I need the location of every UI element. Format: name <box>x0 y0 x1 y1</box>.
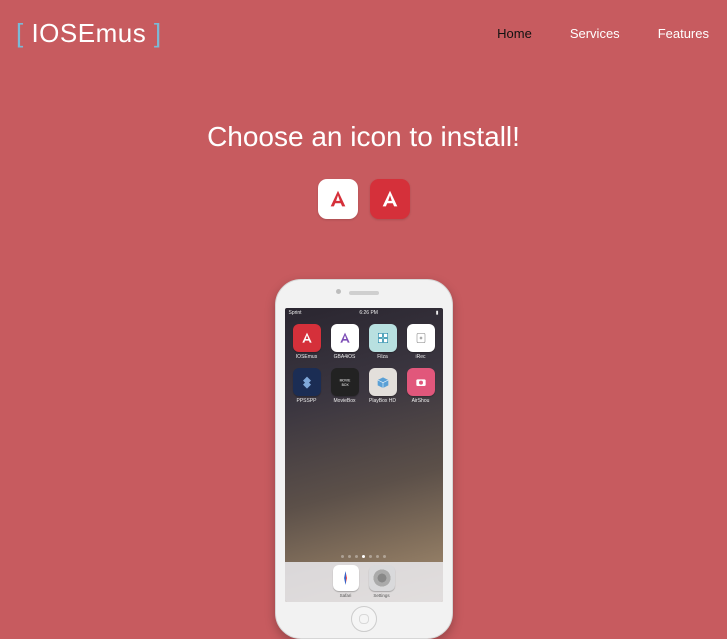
phone-camera-icon <box>336 289 341 294</box>
app-label: Filza <box>377 354 388 360</box>
app-tile <box>369 324 397 352</box>
app-tile <box>369 565 395 591</box>
app-irec[interactable]: iRec <box>407 324 435 360</box>
bracket-left: [ <box>16 18 31 48</box>
moviebox-icon: MOVIEBOX <box>337 374 353 390</box>
nav-home[interactable]: Home <box>497 26 532 41</box>
status-time: 6:26 PM <box>359 310 378 316</box>
a-logo-icon <box>337 330 353 346</box>
phone-bezel-top <box>276 280 452 308</box>
app-tile <box>331 324 359 352</box>
app-tile <box>293 368 321 396</box>
app-label: MovieBox <box>334 398 356 404</box>
app-label: Safari <box>340 593 352 598</box>
install-icon-red[interactable] <box>370 179 410 219</box>
nav-features[interactable]: Features <box>658 26 709 41</box>
dock-safari[interactable]: Safari <box>333 565 359 598</box>
svg-text:MOVIE: MOVIE <box>339 378 351 382</box>
app-tile: MOVIEBOX <box>331 368 359 396</box>
app-label: iRec <box>415 354 425 360</box>
install-icon-white[interactable] <box>318 179 358 219</box>
app-tile <box>369 368 397 396</box>
app-label: GBA4iOS <box>334 354 356 360</box>
status-battery-icon: ▮ <box>436 310 439 316</box>
app-tile <box>407 368 435 396</box>
home-screen-apps: IOSEmus GBA4iOS Filza <box>285 318 443 404</box>
app-label: AirShou <box>412 398 430 404</box>
svg-text:BOX: BOX <box>341 383 349 387</box>
header: [ IOSEmus ] Home Services Features <box>0 0 727 49</box>
main-content: Choose an icon to install! Sprint 6:26 P… <box>0 121 727 639</box>
install-icon-row <box>0 179 727 219</box>
a-logo-icon <box>299 330 315 346</box>
phone-screen: Sprint 6:26 PM ▮ IOSEmus <box>285 308 443 602</box>
page-dots <box>285 555 443 558</box>
app-label: PPSSPP <box>296 398 316 404</box>
a-logo-icon <box>379 188 401 210</box>
app-tile <box>293 324 321 352</box>
gear-icon <box>372 568 392 588</box>
app-label: PlayBox HD <box>369 398 396 404</box>
bracket-right: ] <box>146 18 161 48</box>
app-label: Settings <box>373 593 389 598</box>
phone-mockup: Sprint 6:26 PM ▮ IOSEmus <box>275 279 453 639</box>
app-moviebox[interactable]: MOVIEBOX MovieBox <box>331 368 359 404</box>
camera-icon <box>413 374 429 390</box>
safari-icon <box>336 568 356 588</box>
main-nav: Home Services Features <box>497 26 711 41</box>
app-iosemus[interactable]: IOSEmus <box>293 324 321 360</box>
nav-services[interactable]: Services <box>570 26 620 41</box>
app-filza[interactable]: Filza <box>369 324 397 360</box>
phone-speaker-icon <box>349 291 379 295</box>
app-airshou[interactable]: AirShou <box>407 368 435 404</box>
app-label: IOSEmus <box>296 354 317 360</box>
app-tile <box>333 565 359 591</box>
dock-settings[interactable]: Settings <box>369 565 395 598</box>
logo[interactable]: [ IOSEmus ] <box>16 18 162 49</box>
grid-icon <box>375 330 391 346</box>
record-icon <box>413 330 429 346</box>
a-logo-icon <box>327 188 349 210</box>
app-gba4ios[interactable]: GBA4iOS <box>331 324 359 360</box>
box-icon <box>375 374 391 390</box>
phone-mockup-wrap: Sprint 6:26 PM ▮ IOSEmus <box>0 279 727 639</box>
app-playbox[interactable]: PlayBox HD <box>369 368 397 404</box>
status-carrier: Sprint <box>289 310 302 316</box>
app-ppsspp[interactable]: PPSSPP <box>293 368 321 404</box>
dock: Safari Settings <box>285 562 443 602</box>
status-bar: Sprint 6:26 PM ▮ <box>285 308 443 318</box>
logo-text: IOSEmus <box>31 18 146 48</box>
app-tile <box>407 324 435 352</box>
page-title: Choose an icon to install! <box>0 121 727 153</box>
psp-icon <box>299 374 315 390</box>
home-button[interactable] <box>351 606 377 632</box>
